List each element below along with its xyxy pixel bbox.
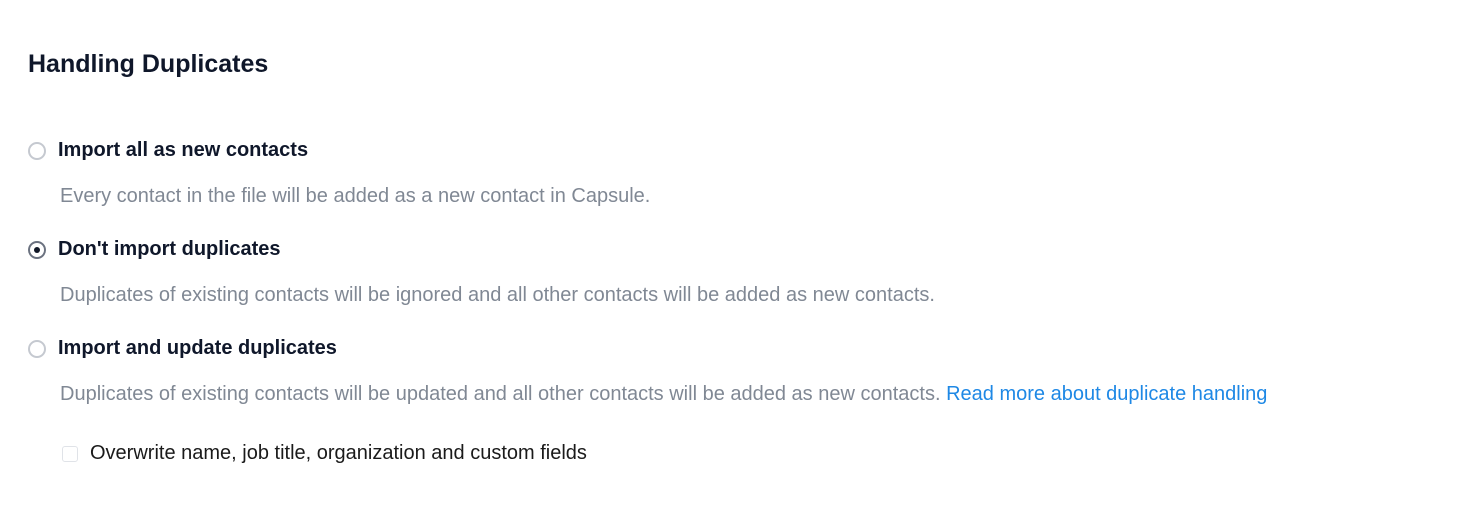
checkbox-icon	[62, 446, 78, 462]
radio-row[interactable]: Import and update duplicates	[28, 337, 1432, 360]
radio-label: Don't import duplicates	[58, 238, 281, 261]
description-text: Duplicates of existing contacts will be …	[60, 383, 946, 405]
radio-icon	[28, 340, 46, 358]
sub-option-overwrite[interactable]: Overwrite name, job title, organization …	[62, 442, 1432, 465]
radio-icon	[28, 142, 46, 160]
option-dont-import-duplicates: Don't import duplicates Duplicates of ex…	[28, 238, 1432, 309]
radio-description: Duplicates of existing contacts will be …	[60, 281, 1432, 309]
checkbox-label: Overwrite name, job title, organization …	[90, 442, 587, 465]
radio-icon-selected	[28, 241, 46, 259]
read-more-link[interactable]: Read more about duplicate handling	[946, 383, 1267, 405]
radio-row[interactable]: Import all as new contacts	[28, 139, 1432, 162]
duplicate-handling-radio-group: Import all as new contacts Every contact…	[28, 139, 1432, 465]
radio-label: Import all as new contacts	[58, 139, 308, 162]
section-title: Handling Duplicates	[28, 50, 1432, 79]
radio-label: Import and update duplicates	[58, 337, 337, 360]
radio-description: Every contact in the file will be added …	[60, 182, 1432, 210]
radio-description: Duplicates of existing contacts will be …	[60, 380, 1432, 408]
option-import-update-duplicates: Import and update duplicates Duplicates …	[28, 337, 1432, 465]
radio-dot-icon	[34, 247, 40, 253]
radio-row[interactable]: Don't import duplicates	[28, 238, 1432, 261]
option-import-all-new: Import all as new contacts Every contact…	[28, 139, 1432, 210]
